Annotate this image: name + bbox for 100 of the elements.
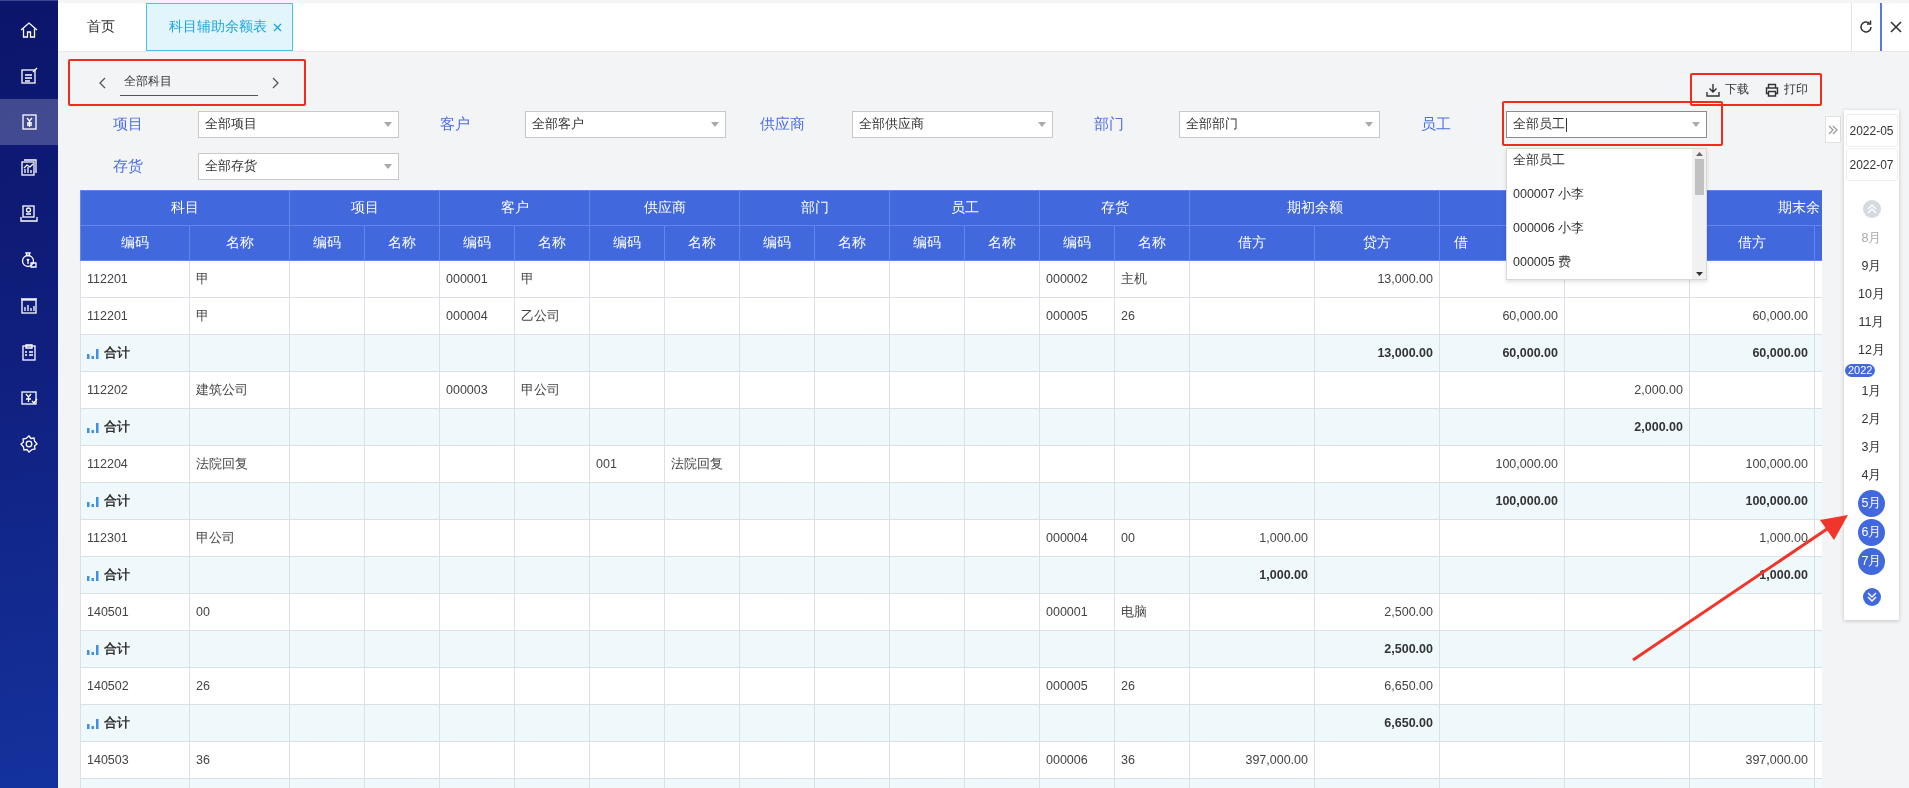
- range-end-field[interactable]: 2022-07: [1845, 148, 1898, 181]
- month-item[interactable]: 1月: [1857, 378, 1886, 404]
- column-header: 名称: [814, 225, 890, 261]
- select-field[interactable]: 全部项目: [198, 111, 399, 138]
- table-cell: 甲公司: [196, 530, 235, 545]
- table-cell: 000004: [446, 309, 488, 323]
- table-cell: 112202: [87, 383, 128, 397]
- group-header: 科目: [80, 190, 290, 226]
- table-cell: 00: [1121, 531, 1135, 545]
- column-header: 编码: [889, 225, 965, 261]
- table-cell: 100,000.00: [1495, 494, 1558, 508]
- close-icon: [1888, 20, 1903, 34]
- table-cell: 法院回复: [671, 456, 723, 471]
- table-cell: 6,650.00: [1384, 679, 1433, 693]
- caret-down-icon: [1365, 122, 1373, 127]
- range-start-field[interactable]: 2022-05: [1845, 114, 1898, 147]
- table-cell: 000002: [1046, 272, 1088, 286]
- tab[interactable]: 首页: [72, 3, 130, 51]
- table-cell: 36: [1121, 753, 1135, 767]
- chart-document-icon: [19, 158, 39, 178]
- yen-document-icon: [19, 112, 39, 132]
- month-item[interactable]: 2月: [1857, 406, 1886, 432]
- scrollbar-thumb[interactable]: [1694, 159, 1704, 195]
- caret-down-icon: [1038, 122, 1046, 127]
- table-cell: 合计: [104, 566, 130, 584]
- month-item[interactable]: 6月: [1858, 519, 1885, 546]
- table-cell: 000001: [1046, 605, 1088, 619]
- month-item[interactable]: 10月: [1856, 281, 1887, 307]
- table-cell: 26: [1121, 679, 1135, 693]
- select-field[interactable]: 全部部门: [1179, 111, 1380, 138]
- month-item[interactable]: 7月: [1858, 548, 1885, 575]
- table-cell: 000005: [1046, 309, 1088, 323]
- scrollbar[interactable]: [1692, 149, 1706, 279]
- table-cell: 电脑: [1121, 604, 1147, 619]
- printer-icon: [1765, 82, 1779, 97]
- print-button[interactable]: 打印: [1765, 81, 1808, 98]
- home-icon: [19, 20, 39, 40]
- chevron-right-icon: [272, 76, 280, 89]
- chevron-left-icon: [98, 76, 106, 89]
- scroll-up-icon: [1695, 152, 1703, 156]
- table-cell: 00: [196, 605, 210, 619]
- select-field[interactable]: 全部供应商: [852, 111, 1053, 138]
- table-cell: 甲公司: [521, 382, 560, 397]
- filter-label: 项目: [112, 115, 144, 134]
- group-header: 存货: [1039, 190, 1190, 226]
- select-field[interactable]: 全部存货: [198, 153, 399, 180]
- sidebar-item[interactable]: [0, 99, 58, 145]
- month-item[interactable]: 9月: [1857, 253, 1886, 279]
- table-cell: 主机: [1121, 271, 1147, 286]
- scroll-down-button[interactable]: [1862, 588, 1881, 606]
- settings-icon: [19, 434, 39, 454]
- table-cell: 甲: [196, 308, 209, 323]
- month-item[interactable]: 12月: [1856, 337, 1887, 363]
- bar-chart-icon: [87, 495, 99, 507]
- table-cell: 000001: [446, 272, 488, 286]
- month-item[interactable]: 3月: [1857, 434, 1886, 460]
- dropdown-option[interactable]: 全部员工: [1507, 150, 1692, 184]
- table-cell: 合计: [104, 492, 130, 510]
- table-cell: 2,000.00: [1634, 420, 1683, 434]
- month-item[interactable]: 4月: [1857, 462, 1886, 488]
- table-cell: 112301: [87, 531, 128, 545]
- table-cell: 26: [1121, 309, 1135, 323]
- collapse-button[interactable]: [1825, 116, 1841, 143]
- bar-chart-icon: [19, 296, 39, 316]
- column-header: 名称: [364, 225, 440, 261]
- table-cell: 60,000.00: [1752, 346, 1808, 360]
- bar-chart-icon: [87, 717, 99, 729]
- caret-down-icon: [384, 122, 392, 127]
- month-item[interactable]: 5月: [1858, 490, 1885, 517]
- subject-field[interactable]: 全部科目: [120, 69, 258, 96]
- refresh-icon: [1858, 19, 1874, 35]
- group-header: 部门: [739, 190, 890, 226]
- person-card-icon: [19, 204, 39, 224]
- table-cell: 112201: [87, 272, 128, 286]
- table-cell: 13,000.00: [1377, 272, 1433, 286]
- double-chevron-icon: [1828, 124, 1838, 135]
- table-cell: 建筑公司: [196, 382, 248, 397]
- table-cell: 000005: [1046, 679, 1088, 693]
- double-chevron-up-icon: [1866, 204, 1877, 214]
- column-header: 编码: [439, 225, 515, 261]
- table-cell: 合计: [104, 640, 130, 658]
- select-field[interactable]: 全部客户: [525, 111, 726, 138]
- select-field[interactable]: 全部员工: [1506, 111, 1707, 138]
- yen-check-icon: [19, 388, 39, 408]
- table-cell: 合计: [104, 344, 130, 362]
- month-item[interactable]: 11月: [1856, 309, 1887, 335]
- dropdown-option[interactable]: 000007 小李: [1507, 184, 1692, 218]
- table-cell: 1,000.00: [1759, 568, 1808, 582]
- year-badge: 2022: [1845, 364, 1876, 377]
- table-cell: 397,000.00: [1245, 753, 1308, 767]
- table-cell: 100,000.00: [1495, 457, 1558, 471]
- table-cell: 合计: [104, 714, 130, 732]
- column-header: 编码: [80, 225, 190, 261]
- column-header: 名称: [1114, 225, 1190, 261]
- group-header: 员工: [889, 190, 1040, 226]
- table-cell: 13,000.00: [1377, 346, 1433, 360]
- download-button[interactable]: 下载: [1706, 81, 1749, 98]
- column-header: 编码: [1039, 225, 1115, 261]
- column-header: 编码: [589, 225, 665, 261]
- table-cell: 60,000.00: [1502, 309, 1558, 323]
